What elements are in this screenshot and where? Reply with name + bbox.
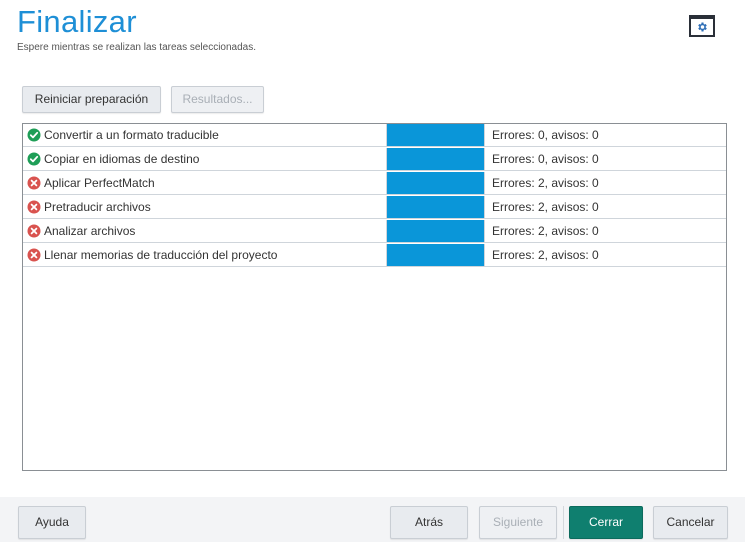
- error-x-icon: [27, 248, 41, 262]
- success-check-icon: [27, 152, 41, 166]
- task-result: Errores: 0, avisos: 0: [492, 152, 599, 166]
- task-result: Errores: 2, avisos: 0: [492, 248, 599, 262]
- task-label: Pretraducir archivos: [44, 200, 151, 214]
- task-progress-bar: [386, 124, 485, 146]
- task-progress-bar: [386, 244, 485, 266]
- progress-fill: [387, 124, 484, 146]
- table-row[interactable]: Pretraducir archivos Errores: 2, avisos: …: [23, 196, 726, 219]
- task-result: Errores: 2, avisos: 0: [492, 200, 599, 214]
- task-label: Convertir a un formato traducible: [44, 128, 219, 142]
- close-button[interactable]: Cerrar: [569, 506, 643, 539]
- results-button[interactable]: Resultados...: [171, 86, 264, 113]
- error-x-icon: [27, 200, 41, 214]
- back-button[interactable]: Atrás: [390, 506, 468, 539]
- task-progress-bar: [386, 148, 485, 170]
- next-button[interactable]: Siguiente: [479, 506, 557, 539]
- table-row[interactable]: Analizar archivos Errores: 2, avisos: 0: [23, 220, 726, 243]
- help-button[interactable]: Ayuda: [18, 506, 86, 539]
- tasks-table: Convertir a un formato traducible Errores…: [22, 123, 727, 471]
- task-label: Llenar memorias de traducción del proyec…: [44, 248, 278, 262]
- progress-fill: [387, 148, 484, 170]
- task-label: Analizar archivos: [44, 224, 136, 238]
- page-subtitle: Espere mientras se realizan las tareas s…: [17, 42, 257, 53]
- task-result: Errores: 2, avisos: 0: [492, 224, 599, 238]
- table-row[interactable]: Copiar en idiomas de destino Errores: 0, …: [23, 148, 726, 171]
- task-progress-bar: [386, 220, 485, 242]
- cancel-button[interactable]: Cancelar: [653, 506, 728, 539]
- table-row[interactable]: Convertir a un formato traducible Errores…: [23, 124, 726, 147]
- error-x-icon: [27, 176, 41, 190]
- task-label: Copiar en idiomas de destino: [44, 152, 200, 166]
- task-label: Aplicar PerfectMatch: [44, 176, 155, 190]
- task-progress-bar: [386, 196, 485, 218]
- page-title: Finalizar: [17, 4, 137, 39]
- progress-fill: [387, 196, 484, 218]
- error-x-icon: [27, 224, 41, 238]
- progress-fill: [387, 172, 484, 194]
- task-progress-bar: [386, 172, 485, 194]
- table-row[interactable]: Aplicar PerfectMatch Errores: 2, avisos: …: [23, 172, 726, 195]
- gear-icon: [698, 22, 707, 32]
- settings-window-icon[interactable]: [689, 15, 715, 37]
- footer-separator: [563, 506, 564, 539]
- task-result: Errores: 0, avisos: 0: [492, 128, 599, 142]
- task-result: Errores: 2, avisos: 0: [492, 176, 599, 190]
- table-row[interactable]: Llenar memorias de traducción del proyec…: [23, 244, 726, 267]
- progress-fill: [387, 244, 484, 266]
- restart-preparation-button[interactable]: Reiniciar preparación: [22, 86, 161, 113]
- progress-fill: [387, 220, 484, 242]
- success-check-icon: [27, 128, 41, 142]
